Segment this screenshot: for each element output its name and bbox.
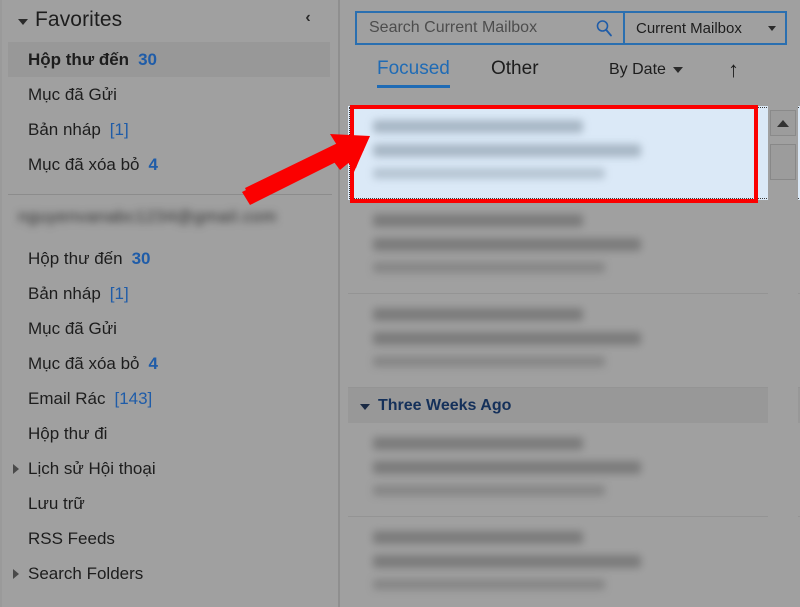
message-subject-blurred (373, 461, 641, 474)
outlook-window: Favorites ‹ Hộp thư đến 30 Mục đã Gửi Bả… (0, 0, 800, 607)
scroll-up-arrow-icon[interactable] (770, 110, 796, 136)
account-name[interactable]: nguyenvanabc1234@gmail.com (0, 195, 340, 239)
favorites-header[interactable]: Favorites ‹ (0, 0, 340, 40)
folder-sidebar: Favorites ‹ Hộp thư đến 30 Mục đã Gửi Bả… (0, 0, 340, 607)
sidebar-item-conversation-history[interactable]: Lịch sử Hội thoại (0, 451, 340, 486)
sidebar-item-favorites-deleted[interactable]: Mục đã xóa bỏ 4 (0, 147, 340, 182)
triangle-up-icon (777, 119, 789, 127)
message-row[interactable]: 10/1/2021 (348, 423, 800, 517)
sidebar-item-label: Hộp thư đến (28, 248, 123, 268)
message-preview (373, 306, 800, 387)
message-snippet-blurred (373, 579, 605, 590)
message-list: 10/4/2021 10/4/2021 10/3/2021 (348, 106, 800, 607)
triangle-down-icon (360, 404, 370, 410)
sidebar-item-favorites-inbox[interactable]: Hộp thư đến 30 (8, 42, 330, 77)
message-subject-blurred (373, 238, 641, 251)
search-input[interactable]: Search Current Mailbox (355, 11, 624, 45)
sidebar-item-favorites-sent[interactable]: Mục đã Gửi (0, 77, 340, 112)
sidebar-item-count: 30 (138, 49, 157, 69)
sidebar-item-label: Mục đã xóa bỏ (28, 353, 140, 373)
sort-by-dropdown[interactable]: By Date (609, 61, 683, 79)
chevron-down-icon[interactable] (768, 25, 776, 31)
triangle-down-icon (18, 18, 28, 25)
scrollbar-thumb[interactable] (770, 144, 796, 180)
sidebar-item-inbox[interactable]: Hộp thư đến 30 (0, 241, 340, 276)
sidebar-item-count: 4 (148, 154, 158, 174)
message-tabs: Focused Other By Date ↑ (355, 57, 795, 98)
sidebar-item-rss-feeds[interactable]: RSS Feeds (0, 521, 340, 556)
sidebar-item-label: RSS Feeds (28, 528, 115, 548)
message-preview (373, 118, 800, 200)
message-preview (373, 212, 800, 293)
sort-by-label: By Date (609, 61, 666, 78)
message-sender-blurred (373, 214, 583, 227)
sidebar-item-outbox[interactable]: Hộp thư đi (0, 416, 340, 451)
account-folder-list: Hộp thư đến 30 Bản nháp [1] Mục đã Gửi M… (0, 241, 340, 591)
sidebar-item-drafts[interactable]: Bản nháp [1] (0, 276, 340, 311)
message-snippet-blurred (373, 356, 605, 367)
message-sender-blurred (373, 120, 583, 133)
sidebar-item-search-folders[interactable]: Search Folders (0, 556, 340, 591)
message-snippet-blurred (373, 262, 605, 273)
chevron-down-icon (672, 67, 683, 73)
message-snippet-blurred (373, 485, 605, 496)
message-row-selected[interactable]: 10/4/2021 (348, 106, 800, 200)
favorites-list: Hộp thư đến 30 Mục đã Gửi Bản nháp [1] M… (0, 42, 340, 182)
message-row[interactable]: 10/4/2021 (348, 200, 800, 294)
message-subject-blurred (373, 144, 641, 157)
sidebar-item-label: Lưu trữ (28, 493, 85, 513)
sidebar-item-count: 4 (148, 353, 158, 373)
sidebar-item-count: [143] (114, 388, 153, 408)
sidebar-item-count: 30 (131, 248, 151, 268)
favorites-label: Favorites (35, 8, 123, 31)
message-group-header[interactable]: Three Weeks Ago (348, 388, 800, 423)
search-placeholder: Search Current Mailbox (369, 19, 538, 36)
sidebar-item-label: Hộp thư đi (28, 423, 108, 443)
chevron-left-icon[interactable]: ‹ (298, 8, 318, 28)
arrow-up-icon[interactable]: ↑ (728, 57, 739, 83)
sidebar-item-label: Bản nháp (28, 119, 101, 139)
message-row[interactable]: 9/30/2021 (348, 517, 800, 607)
message-snippet-blurred (373, 168, 605, 179)
message-sender-blurred (373, 437, 583, 450)
message-list-pane: Search Current Mailbox Current Mailbox F… (340, 0, 800, 607)
sidebar-item-label: Mục đã Gửi (28, 84, 117, 104)
search-row: Search Current Mailbox Current Mailbox (355, 11, 787, 45)
sidebar-item-archive[interactable]: Lưu trữ (0, 486, 340, 521)
sidebar-item-count: [1] (109, 119, 129, 139)
sidebar-item-label: Search Folders (28, 563, 144, 583)
sidebar-item-label: Bản nháp (28, 283, 101, 303)
tab-other[interactable]: Other (491, 58, 539, 88)
message-subject-blurred (373, 332, 641, 345)
tab-focused-label: Focused (377, 58, 450, 79)
sidebar-item-label: Email Rác (28, 388, 106, 408)
triangle-right-icon[interactable] (13, 464, 19, 474)
tab-other-label: Other (491, 58, 539, 79)
message-preview (373, 435, 800, 516)
triangle-right-icon[interactable] (13, 569, 19, 579)
sidebar-item-favorites-drafts[interactable]: Bản nháp [1] (0, 112, 340, 147)
message-preview (373, 529, 800, 607)
message-group-label: Three Weeks Ago (378, 396, 512, 414)
sidebar-item-label: Mục đã xóa bỏ (28, 154, 140, 174)
message-row[interactable]: 10/3/2021 (348, 294, 800, 388)
sidebar-item-junk[interactable]: Email Rác [143] (0, 381, 340, 416)
message-sender-blurred (373, 308, 583, 321)
sidebar-item-label: Hộp thư đến (28, 49, 130, 69)
message-sender-blurred (373, 531, 583, 544)
search-scope-dropdown[interactable]: Current Mailbox (624, 11, 787, 45)
sidebar-item-sent[interactable]: Mục đã Gửi (0, 311, 340, 346)
sidebar-item-deleted[interactable]: Mục đã xóa bỏ 4 (0, 346, 340, 381)
search-scope-label: Current Mailbox (636, 19, 742, 37)
sidebar-item-label: Mục đã Gửi (28, 318, 117, 338)
message-list-scrollbar[interactable] (768, 106, 798, 607)
sidebar-item-label: Lịch sử Hội thoại (28, 458, 156, 478)
search-icon[interactable] (595, 19, 613, 37)
message-subject-blurred (373, 555, 641, 568)
sidebar-item-count: [1] (109, 283, 129, 303)
tab-focused[interactable]: Focused (377, 58, 450, 88)
